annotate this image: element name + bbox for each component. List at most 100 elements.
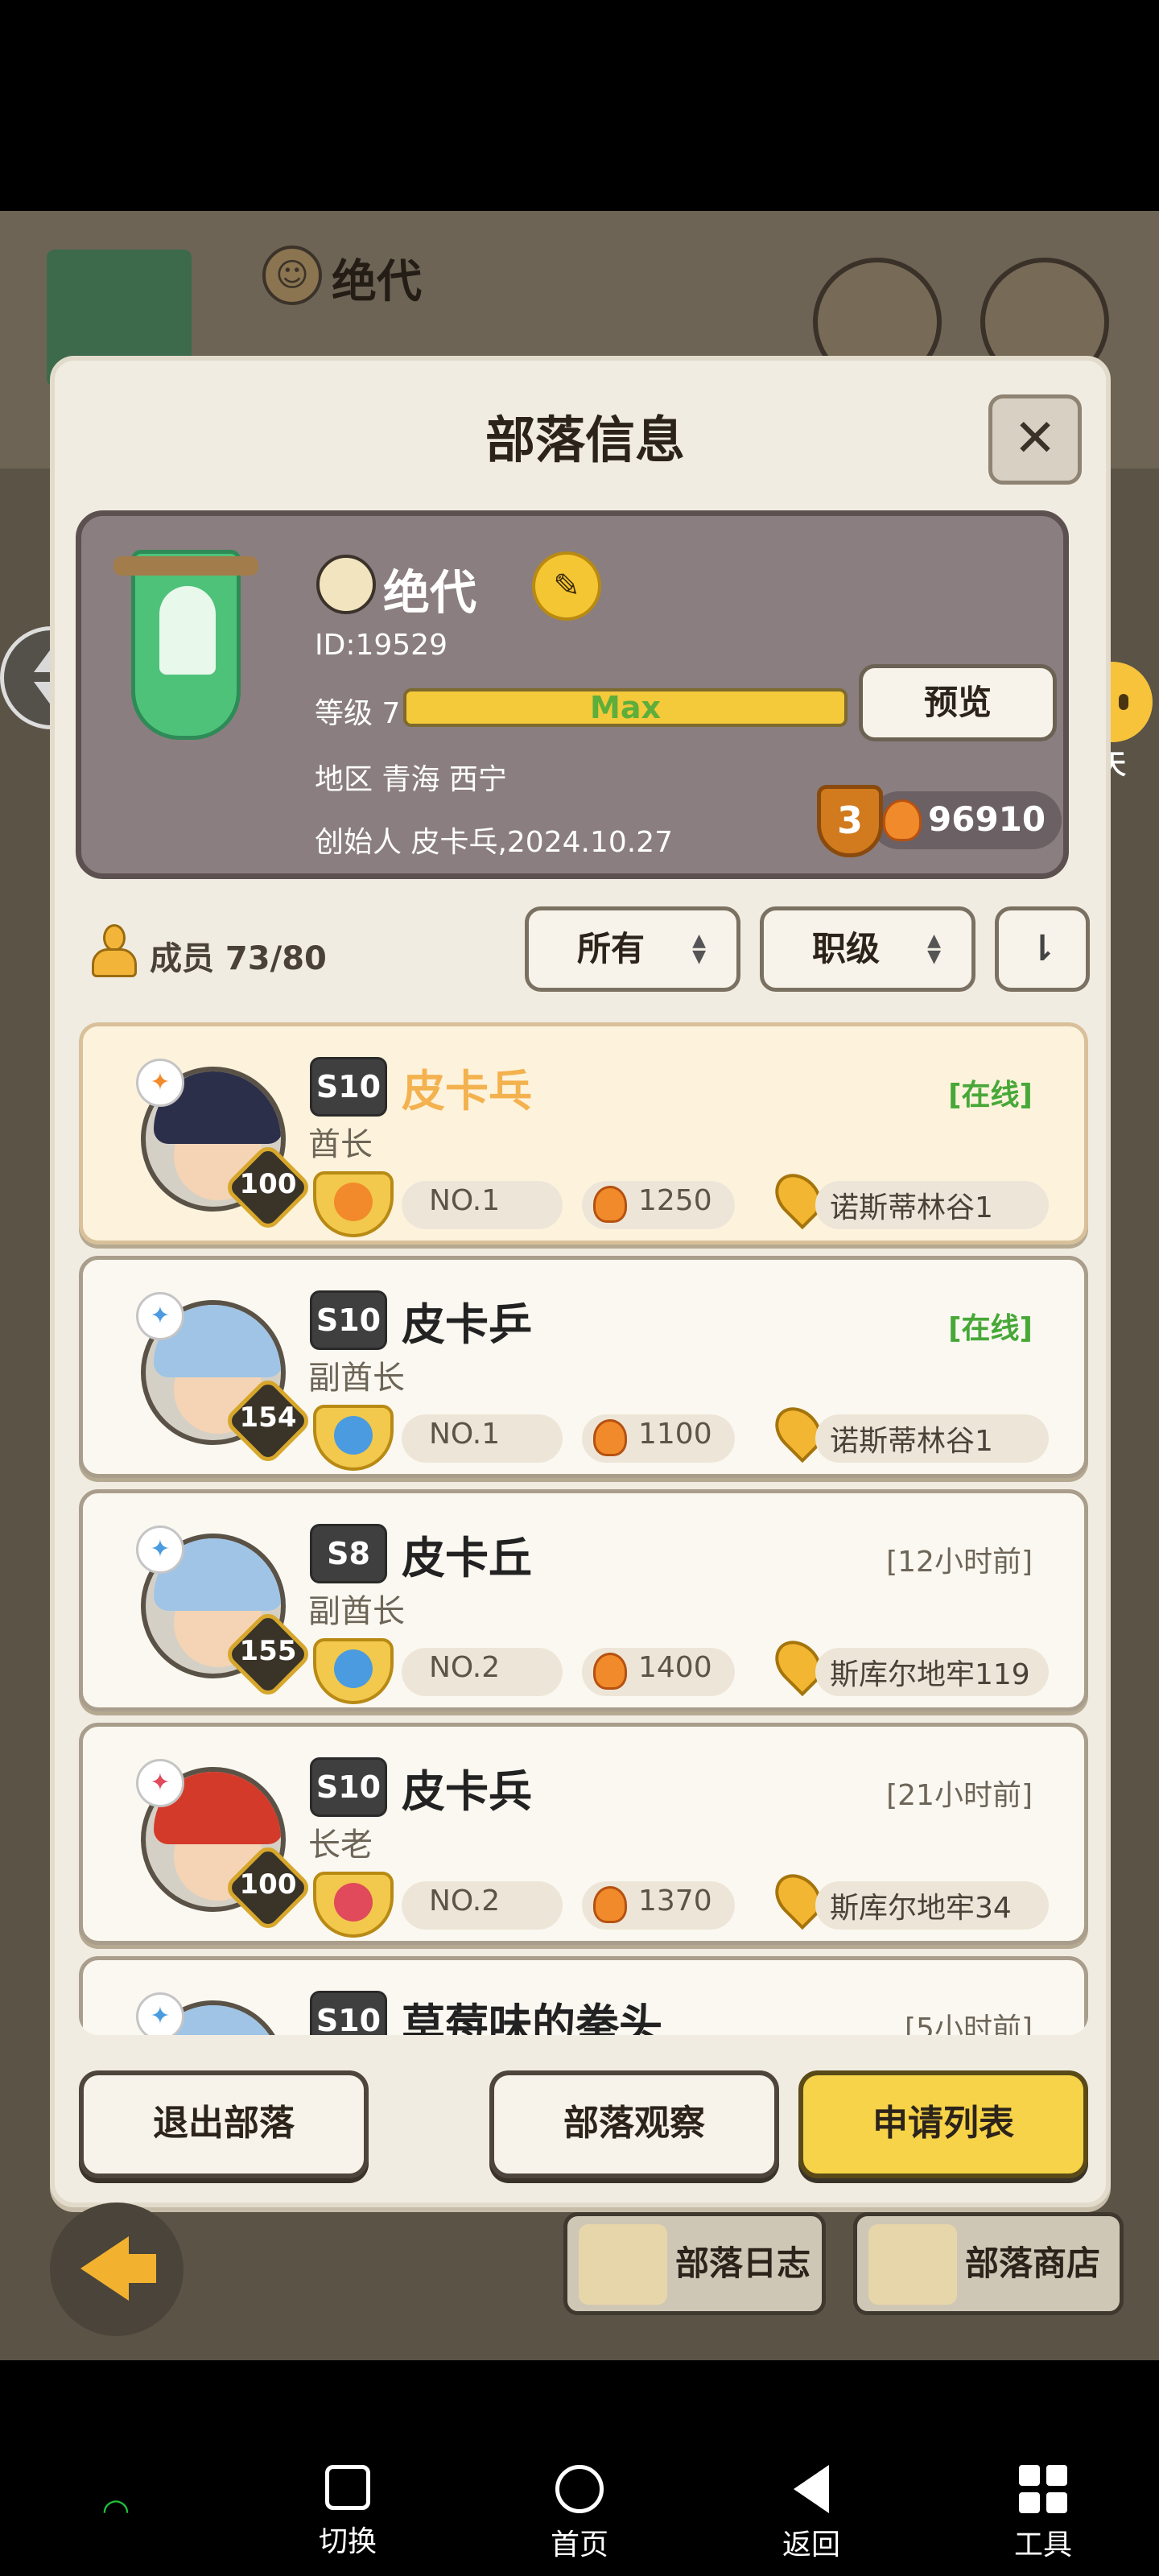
dialog-title: 部落信息: [485, 411, 685, 469]
clan-info-card: 绝代 ✎ ID:19529 等级 7 Max 预览 地区 青海 西宁 创始人 皮…: [76, 510, 1069, 879]
member-level: 100: [239, 1868, 297, 1901]
member-role: 副酋长: [308, 1593, 405, 1630]
member-row[interactable]: ✦ 100 S10 皮卡乓 酋长 [在线] NO.1 1250 诺斯蒂林谷1: [79, 1022, 1088, 1245]
nav-home-label: 首页: [550, 2529, 608, 2562]
rank-emblem-inner: [334, 1416, 373, 1455]
wifi-icon: ◠: [101, 2492, 130, 2529]
member-status: [5小时前]: [905, 2013, 1033, 2035]
member-location: 斯库尔地牢119: [830, 1658, 1030, 1691]
rank-emblem-icon: [313, 1405, 394, 1471]
pencil-icon: ✎: [553, 568, 580, 605]
season-badge: S10: [310, 1991, 387, 2035]
member-name: 皮卡兵: [402, 1766, 532, 1817]
member-location: 斯库尔地牢34: [830, 1892, 1012, 1925]
application-list-button[interactable]: 申请列表: [798, 2070, 1088, 2178]
member-name: 草莓味的拳头: [402, 2000, 662, 2035]
shop-icon: [868, 2224, 957, 2305]
updown-arrows-icon: ▲ ▼: [927, 931, 941, 967]
member-row[interactable]: ✦ 155 S8 皮卡丘 副酋长 [12小时前] NO.2 1400 斯库尔地牢119: [79, 1489, 1088, 1711]
scroll-icon: [579, 2224, 667, 2305]
fire-icon: [593, 1419, 627, 1456]
fire-icon: [883, 799, 922, 841]
fire-icon: [593, 1186, 627, 1223]
member-row[interactable]: ✦ 154 S10 皮卡乒 副酋长 [在线] NO.1 1100 诺斯蒂林谷1: [79, 1256, 1088, 1478]
member-name: 皮卡乓: [402, 1066, 532, 1117]
season-badge: S10: [310, 1290, 387, 1350]
nav-home-button[interactable]: 首页: [515, 2465, 644, 2563]
background-clan-title: 绝代: [332, 256, 422, 307]
clan-log-label: 部落日志: [675, 2244, 811, 2283]
class-icon: ✦: [136, 1759, 184, 1807]
rank-emblem-inner: [334, 1649, 373, 1688]
filter-all-label: 所有: [577, 929, 645, 968]
nav-tools-button[interactable]: 工具: [979, 2465, 1107, 2563]
filter-all-dropdown[interactable]: 所有 ▲ ▼: [525, 906, 740, 992]
clan-observe-button[interactable]: 部落观察: [489, 2070, 779, 2178]
back-arrow-icon: [80, 2236, 129, 2301]
season-badge: S8: [310, 1524, 387, 1583]
palm-tree-icon: [159, 586, 216, 675]
close-button[interactable]: ✕: [988, 394, 1082, 485]
member-rank-no: NO.1: [429, 1184, 501, 1217]
member-status: [在线]: [948, 1079, 1033, 1112]
clan-info-dialog: 部落信息 ✕ 绝代 ✎ ID:19529 等级 7 Max 预览 地区 青海 西…: [50, 356, 1111, 2207]
sort-button[interactable]: ⇂: [995, 906, 1090, 992]
clan-shop-button[interactable]: 部落商店: [853, 2212, 1124, 2315]
sort-icon: ⇂: [1027, 928, 1058, 969]
clan-emblem-icon: [316, 555, 376, 614]
season-badge: S10: [310, 1057, 387, 1117]
exit-clan-button[interactable]: 退出部落: [79, 2070, 369, 2178]
clan-banner-icon: [113, 550, 258, 743]
back-arrow-icon-tail: [122, 2254, 156, 2283]
clan-log-button[interactable]: 部落日志: [563, 2212, 826, 2315]
member-rank-no: NO.2: [429, 1885, 501, 1918]
edit-clan-button[interactable]: ✎: [532, 551, 601, 621]
nav-back-label: 返回: [782, 2529, 840, 2562]
member-level: 100: [239, 1168, 297, 1200]
rank-emblem-icon: [313, 1638, 394, 1704]
triangle-back-icon: [794, 2465, 829, 2513]
member-fire: 1370: [638, 1885, 712, 1918]
nav-switch-button[interactable]: 切换: [283, 2465, 412, 2560]
clan-id: ID:19529: [315, 629, 448, 662]
members-count: 成员 73/80: [150, 940, 327, 977]
member-role: 副酋长: [308, 1360, 405, 1397]
banner-flag: [131, 550, 241, 740]
clan-founder: 创始人 皮卡乓,2024.10.27: [315, 826, 674, 859]
member-rank-no: NO.2: [429, 1651, 501, 1684]
member-status: [21小时前]: [886, 1779, 1033, 1812]
fire-icon: [593, 1653, 627, 1690]
chat-face-eye: [1119, 694, 1128, 710]
close-icon: ✕: [1013, 409, 1057, 469]
clan-rank-shield-icon: 3: [817, 785, 883, 857]
member-row[interactable]: ✦ S10 草莓味的拳头 [5小时前]: [79, 1956, 1088, 2035]
preview-button[interactable]: 预览: [859, 664, 1057, 741]
member-icon: [92, 924, 137, 979]
member-location: 诺斯蒂林谷1: [830, 1425, 993, 1458]
updown-arrows-icon: ▲ ▼: [692, 931, 706, 967]
fire-icon: [593, 1886, 627, 1923]
filter-rank-dropdown[interactable]: 职级 ▲ ▼: [760, 906, 975, 992]
member-role: 酋长: [308, 1126, 373, 1163]
nav-back-button[interactable]: 返回: [747, 2465, 876, 2563]
member-fire: 1400: [638, 1651, 712, 1684]
rank-emblem-inner: [334, 1183, 373, 1221]
member-list[interactable]: ✦ 100 S10 皮卡乓 酋长 [在线] NO.1 1250 诺斯蒂林谷1 ✦ 154 S10 皮卡乒…: [79, 1022, 1088, 2035]
circle-icon: [555, 2465, 604, 2513]
background-clan-emblem-icon: ☺: [262, 246, 322, 305]
season-badge: S10: [310, 1757, 387, 1817]
filter-rank-label: 职级: [812, 929, 881, 968]
rank-emblem-icon: [313, 1171, 394, 1237]
class-icon: ✦: [136, 1292, 184, 1340]
member-role: 长老: [308, 1827, 373, 1864]
member-status: [在线]: [948, 1312, 1033, 1345]
class-icon: ✦: [136, 1525, 184, 1574]
rank-emblem-icon: [313, 1872, 394, 1938]
level-progress-text: Max: [590, 690, 661, 725]
member-row[interactable]: ✦ 100 S10 皮卡兵 长老 [21小时前] NO.2 1370 斯库尔地牢34: [79, 1723, 1088, 1945]
nav-tools-label: 工具: [1013, 2529, 1072, 2562]
rank-emblem-inner: [334, 1883, 373, 1922]
grid-icon: [1019, 2465, 1067, 2513]
clan-level: 等级 7: [315, 697, 401, 730]
banner-pole: [113, 556, 258, 576]
